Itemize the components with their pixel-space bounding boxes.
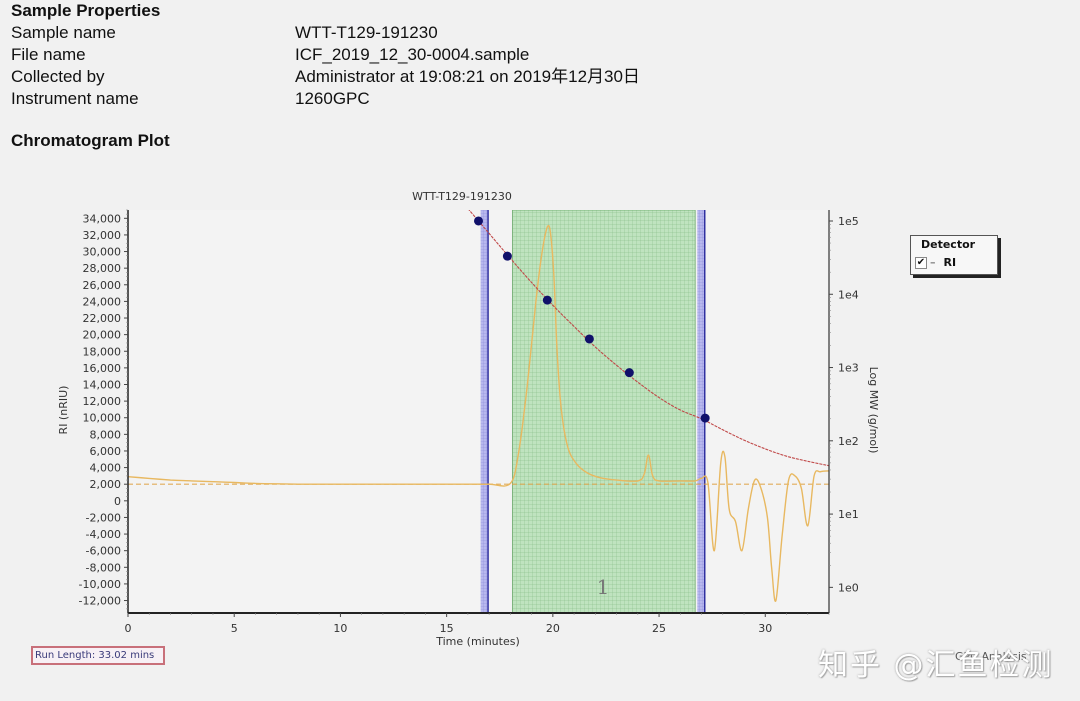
y-tick-label: -12,000 (79, 595, 121, 608)
y-tick-label: -2,000 (86, 511, 121, 524)
x-tick-label: 15 (440, 622, 454, 635)
run-length-label: Run Length: 33.02 mins (31, 646, 165, 665)
y-tick-label: -8,000 (86, 561, 121, 574)
y-tick-label: 30,000 (83, 246, 122, 259)
x-tick-label: 10 (333, 622, 347, 635)
chart-title: WTT-T129-191230 (412, 190, 512, 203)
y-axis-title: RI (nRIU) (57, 386, 70, 435)
marker-band (480, 210, 489, 613)
legend-item-label: RI (943, 256, 957, 269)
y-tick-label: 6,000 (90, 445, 122, 458)
marker-band (697, 210, 705, 613)
y2-tick-label: 1e1 (838, 508, 859, 521)
x-tick-label: 20 (546, 622, 560, 635)
y-tick-label: 26,000 (83, 279, 122, 292)
y2-axis-title: Log MW (g/mol) (867, 367, 880, 454)
detector-legend: Detector ✔ – RI (910, 235, 998, 275)
y-tick-label: 34,000 (83, 212, 122, 225)
x-axis-title: Time (minutes) (435, 635, 520, 648)
y-tick-label: 12,000 (83, 395, 122, 408)
y-tick-label: 8,000 (90, 428, 122, 441)
calibration-point (584, 334, 594, 344)
plot-background (128, 210, 829, 613)
calibration-point (624, 368, 634, 378)
peak-region-label: 1 (597, 575, 610, 599)
y-tick-label: 18,000 (83, 345, 122, 358)
y-tick-label: 14,000 (83, 378, 122, 391)
watermark: 知乎 @汇鱼检测 (818, 648, 1054, 683)
legend-checkbox[interactable]: ✔ (915, 256, 927, 269)
y-tick-label: -6,000 (86, 545, 121, 558)
y-tick-label: 24,000 (83, 295, 122, 308)
x-tick-label: 25 (652, 622, 666, 635)
y2-tick-label: 1e5 (838, 215, 859, 228)
calibration-point (502, 251, 512, 261)
y-tick-label: 32,000 (83, 229, 122, 242)
x-tick-label: 30 (758, 622, 772, 635)
y-tick-label: 20,000 (83, 329, 122, 342)
y-tick-label: 0 (114, 495, 121, 508)
legend-title: Detector (921, 238, 976, 251)
y-tick-label: -10,000 (79, 578, 121, 591)
y-tick-label: 28,000 (83, 262, 122, 275)
calibration-point (542, 295, 552, 305)
y-tick-label: 10,000 (83, 412, 122, 425)
legend-item-ri[interactable]: ✔ – RI (915, 256, 956, 269)
calibration-point (700, 413, 710, 423)
x-tick-label: 0 (125, 622, 132, 635)
y2-tick-label: 1e2 (838, 435, 859, 448)
y-tick-label: -4,000 (86, 528, 121, 541)
y-tick-label: 2,000 (90, 478, 122, 491)
y2-tick-label: 1e0 (838, 581, 859, 594)
chromatogram-chart: 34,000 32,000 30,000 28,000 26,000 24,000 22,0… (57, 190, 880, 648)
y-tick-label: 16,000 (83, 362, 122, 375)
legend-line-swatch: – (930, 256, 936, 269)
y-tick-label: 4,000 (90, 462, 122, 475)
y-tick-label: 22,000 (83, 312, 122, 325)
x-tick-label: 5 (231, 622, 238, 635)
y2-tick-label: 1e3 (838, 362, 859, 375)
calibration-point (474, 216, 483, 226)
y2-tick-label: 1e4 (838, 288, 859, 301)
